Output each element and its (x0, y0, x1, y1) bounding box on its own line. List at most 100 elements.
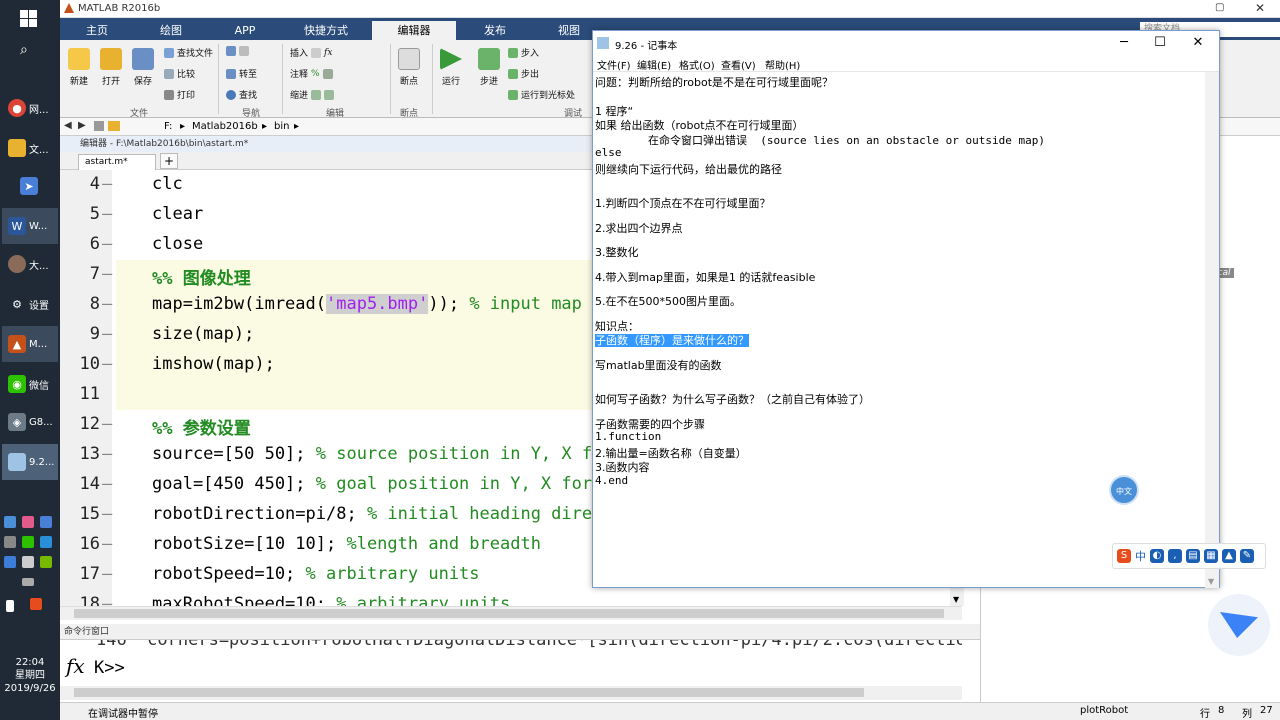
close-button[interactable]: ✕ (1183, 34, 1213, 52)
up-folder-icon[interactable] (94, 121, 104, 131)
tray-shield-icon[interactable] (4, 556, 16, 568)
menu-format[interactable]: 格式(O) (679, 57, 715, 72)
run-to-cursor-button[interactable]: 运行到光标处 (508, 88, 575, 101)
tray-app-icon[interactable] (4, 516, 16, 528)
save-button[interactable]: 保存 (128, 48, 158, 87)
ime-toolbar[interactable]: S 中 ◐ , ▤ ▦ ▲ ✎ (1112, 543, 1266, 569)
close-icon[interactable]: ✕ (1255, 1, 1265, 15)
compare-button[interactable]: 比较 (164, 67, 195, 80)
forward-icon[interactable]: ▶ (78, 120, 86, 131)
feishu-floating-icon[interactable] (1208, 594, 1270, 656)
menu-help[interactable]: 帮助(H) (765, 57, 800, 72)
back-forward-buttons[interactable] (226, 46, 249, 56)
fx-icon[interactable]: fx (66, 654, 85, 678)
step-out-button[interactable]: 步出 (508, 67, 539, 80)
path-segment[interactable]: bin (274, 121, 289, 132)
browse-folder-icon[interactable] (108, 121, 120, 131)
wrench-icon[interactable]: ✎ (1240, 549, 1254, 563)
tray-app-icon[interactable] (22, 516, 34, 528)
executable-marker[interactable]: – (102, 174, 112, 194)
notepad-title-bar[interactable]: 9.26 - 记事本 ─ ☐ ✕ (593, 31, 1219, 55)
taskbar-item-g8[interactable]: ◈ G8... (2, 404, 58, 440)
minimize-button[interactable]: ─ (1109, 34, 1139, 52)
taskbar-item-settings[interactable]: ⚙ 设置 (2, 286, 58, 322)
taskbar-clock[interactable]: 22:04 星期四 2019/9/26 (0, 656, 60, 695)
insert-button[interactable]: 插入 fx (290, 46, 332, 59)
path-segment[interactable]: F: (164, 121, 172, 132)
scrollbar-thumb[interactable] (74, 609, 944, 618)
executable-marker[interactable]: – (102, 594, 112, 606)
ime-mode-label[interactable]: 中 (1135, 548, 1146, 564)
goto-button[interactable]: 转至 (226, 67, 257, 80)
menu-view[interactable]: 查看(V) (721, 57, 756, 72)
new-button[interactable]: 新建 (64, 48, 94, 87)
tray-keyboard-icon[interactable] (22, 578, 34, 586)
executable-marker[interactable]: – (102, 354, 112, 374)
tab-editor[interactable]: 编辑器 (372, 21, 456, 40)
executable-marker[interactable]: – (102, 294, 112, 314)
tray-feishu-icon[interactable] (40, 516, 52, 528)
editor-horizontal-scrollbar[interactable] (60, 606, 962, 620)
taskbar-item-feishu[interactable]: ➤ (2, 168, 58, 204)
sogou-icon[interactable]: S (1117, 549, 1131, 563)
punctuation-icon[interactable]: , (1168, 549, 1182, 563)
executable-marker[interactable]: – (102, 534, 112, 554)
moon-icon[interactable]: ◐ (1150, 549, 1164, 563)
tray-sogou-icon[interactable] (30, 598, 42, 610)
indent-button[interactable]: 缩进 (290, 88, 335, 101)
executable-marker[interactable]: – (102, 204, 112, 224)
taskbar-item-wechat[interactable]: ◉ 微信 (2, 366, 58, 402)
executable-marker[interactable]: – (102, 444, 112, 464)
taskbar-search-button[interactable]: ⌕ (2, 32, 58, 68)
tray-app-icon[interactable] (40, 536, 52, 548)
taskbar-item-chrome[interactable]: ● 网... (2, 90, 58, 126)
executable-marker[interactable]: – (102, 414, 112, 434)
find-button[interactable]: 查找 (226, 88, 257, 101)
menu-edit[interactable]: 编辑(E) (637, 57, 671, 72)
tray-volume-icon[interactable] (22, 556, 34, 568)
executable-marker[interactable]: – (102, 504, 112, 524)
tray-nvidia-icon[interactable] (40, 556, 52, 568)
notepad-vertical-scrollbar[interactable]: ▼ (1205, 72, 1219, 588)
taskbar-item-matlab[interactable]: ▲ M... (2, 326, 58, 362)
tray-wechat-icon[interactable] (22, 536, 34, 548)
executable-marker[interactable]: – (102, 564, 112, 584)
skin-icon[interactable]: ▦ (1204, 549, 1218, 563)
executable-marker[interactable]: – (102, 264, 112, 284)
step-button[interactable]: 步进 (474, 48, 504, 87)
tab-apps[interactable]: APP (210, 21, 280, 40)
tray-network-icon[interactable] (6, 600, 14, 612)
floating-bubble[interactable]: 中文 (1109, 475, 1139, 505)
maximize-button[interactable]: ☐ (1145, 34, 1175, 52)
tab-shortcuts[interactable]: 快捷方式 (284, 21, 368, 40)
scroll-down-icon[interactable]: ▼ (953, 595, 959, 604)
taskbar-item-explorer[interactable]: 文... (2, 130, 58, 166)
comment-button[interactable]: 注释% (290, 67, 333, 80)
restore-icon[interactable]: ▢ (1215, 2, 1224, 13)
tray-app-icon[interactable] (4, 536, 16, 548)
find-files-button[interactable]: 查找文件 (164, 46, 213, 59)
tab-home[interactable]: 主页 (62, 21, 132, 40)
executable-marker[interactable]: – (102, 474, 112, 494)
step-in-button[interactable]: 步入 (508, 46, 539, 59)
executable-marker[interactable]: – (102, 234, 112, 254)
file-tab-astart[interactable]: astart.m* ✕ (78, 154, 169, 170)
scroll-down-icon[interactable]: ▼ (1208, 577, 1214, 586)
print-button[interactable]: 打印 (164, 88, 195, 101)
path-segment[interactable]: Matlab2016b (192, 121, 258, 132)
notepad-text-area[interactable]: 问题：判断所给的robot是不是在可行域里面呢？ 1 程序“ 如果 给出函数（rob… (594, 72, 1206, 588)
taskbar-item-app[interactable]: 大... (2, 246, 58, 282)
tab-plots[interactable]: 绘图 (136, 21, 206, 40)
breakpoints-button[interactable]: 断点 (394, 48, 424, 87)
shirt-icon[interactable]: ▲ (1222, 549, 1236, 563)
windows-start-button[interactable] (2, 0, 58, 36)
open-button[interactable]: 打开 (96, 48, 126, 87)
taskbar-item-notepad[interactable]: 9.2... (2, 444, 58, 480)
keyboard-icon[interactable]: ▤ (1186, 549, 1200, 563)
command-horizontal-scrollbar[interactable] (60, 686, 962, 700)
tab-publish[interactable]: 发布 (460, 21, 530, 40)
back-icon[interactable]: ◀ (64, 120, 72, 131)
new-tab-button[interactable]: + (160, 153, 178, 169)
taskbar-item-word[interactable]: W W... (2, 208, 58, 244)
menu-file[interactable]: 文件(F) (597, 57, 631, 72)
